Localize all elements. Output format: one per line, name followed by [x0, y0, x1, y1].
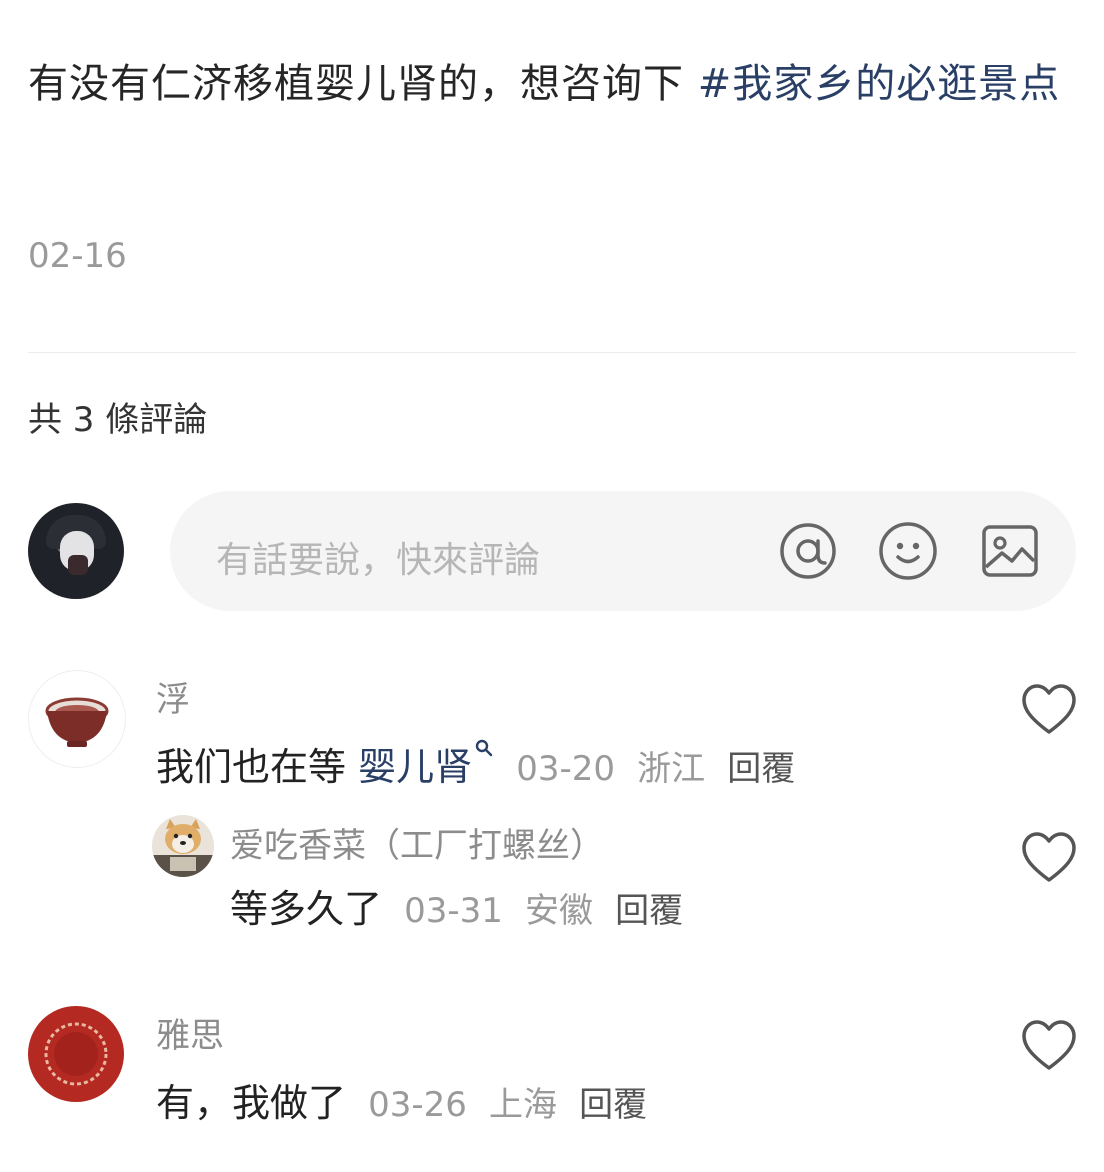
- comment-date: 03-20: [516, 749, 616, 789]
- reply-body: 等多久了: [230, 887, 383, 931]
- comment-text: 我们也在等 婴儿肾 03-20 浙江 回覆: [156, 736, 795, 791]
- comment-location: 浙江: [637, 749, 706, 789]
- comment-body: 有，我做了: [156, 1081, 347, 1125]
- comment-username[interactable]: 浮: [156, 672, 190, 721]
- avatar-red-seal[interactable]: [28, 1006, 124, 1102]
- comment-body: 我们也在等: [156, 745, 347, 789]
- comment-username[interactable]: 雅思: [156, 1008, 224, 1057]
- post-date: 02-16: [28, 236, 127, 276]
- reply-button[interactable]: 回覆: [727, 749, 795, 789]
- divider: [28, 352, 1076, 353]
- heart-icon[interactable]: [1020, 1018, 1078, 1072]
- at-icon[interactable]: [776, 519, 840, 583]
- reply-button[interactable]: 回覆: [615, 891, 683, 931]
- reply-location: 安徽: [525, 891, 593, 931]
- tea-bowl-icon: [45, 697, 109, 747]
- post-text: 有没有仁济移植婴儿肾的，想咨询下 #我家乡的必逛景点: [28, 52, 1068, 116]
- comment-input-placeholder: 有話要說，快來評論: [216, 540, 541, 581]
- red-seal-icon: [32, 1010, 120, 1098]
- emoji-icon[interactable]: [876, 519, 940, 583]
- shiba-dog-icon: [152, 819, 214, 877]
- comment-location: 上海: [489, 1085, 557, 1125]
- heart-icon[interactable]: [1020, 682, 1078, 736]
- comment-count: 共 3 條評論: [28, 400, 208, 440]
- search-icon: [475, 739, 493, 757]
- current-user-avatar[interactable]: [28, 503, 124, 599]
- image-icon[interactable]: [978, 519, 1042, 583]
- keyword-link[interactable]: 婴儿肾: [358, 745, 472, 789]
- avatar-shiba-dog[interactable]: [152, 815, 214, 877]
- reply-date: 03-31: [404, 891, 503, 931]
- heart-icon[interactable]: [1020, 830, 1078, 884]
- comment-date: 03-26: [368, 1085, 467, 1125]
- reply-username[interactable]: 爱吃香菜（工厂打螺丝）: [230, 818, 604, 867]
- hashtag-link[interactable]: #我家乡的必逛景点: [698, 61, 1061, 107]
- post-body: 有没有仁济移植婴儿肾的，想咨询下: [28, 61, 698, 107]
- reply-button[interactable]: 回覆: [579, 1085, 647, 1125]
- reply-text: 等多久了 03-31 安徽 回覆: [230, 878, 683, 933]
- comment-input[interactable]: 有話要說，快來評論: [170, 491, 1076, 611]
- avatar-tea-bowl[interactable]: [28, 670, 126, 768]
- comment-text: 有，我做了 03-26 上海 回覆: [156, 1072, 647, 1127]
